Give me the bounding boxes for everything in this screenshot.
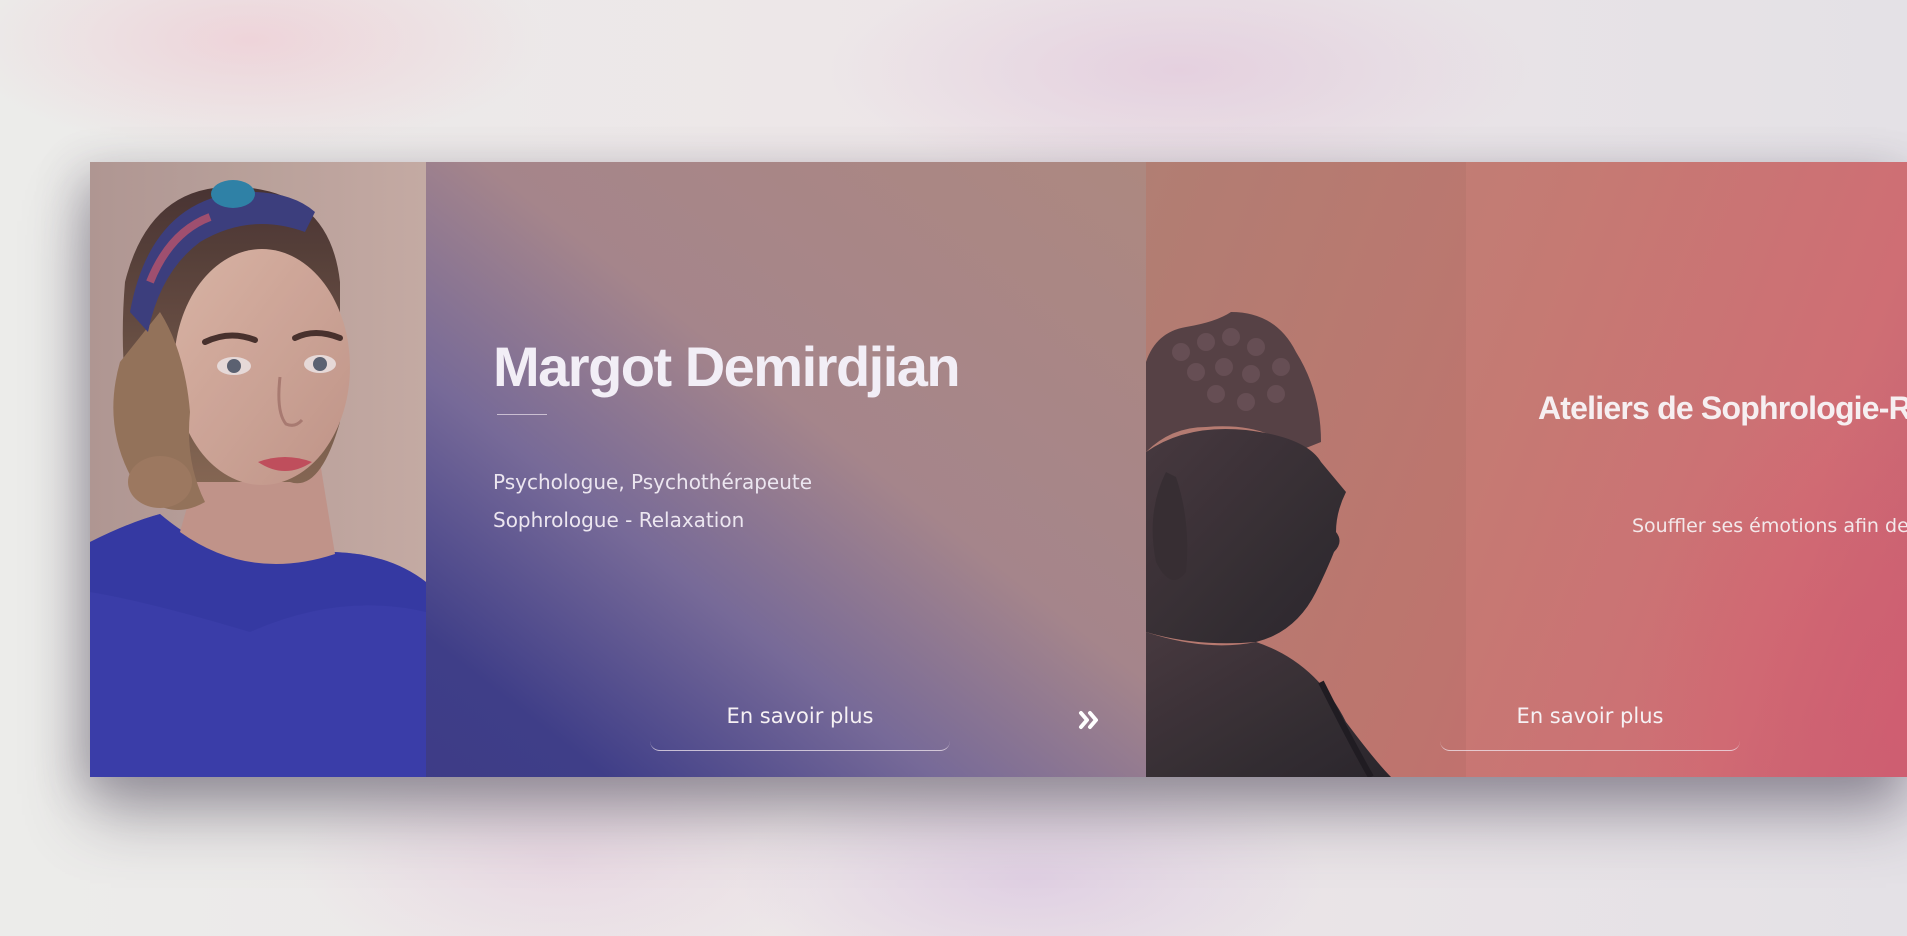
slide-subtitle-line: Psychologue, Psychothérapeute [493, 470, 813, 494]
portrait-illustration [90, 162, 426, 777]
slide-subtitle-line: Sophrologue - Relaxation [493, 508, 745, 532]
portrait-photo [90, 162, 426, 777]
title-divider [497, 414, 547, 415]
slide-ateliers-sophrologie: Ateliers de Sophrologie-R Souffler ses é… [1146, 162, 1907, 777]
hero-slider: Margot Demirdjian Psychologue, Psychothé… [90, 162, 1907, 777]
double-chevron-right-icon [1079, 711, 1098, 729]
buddha-statue-photo [1146, 162, 1466, 777]
learn-more-button[interactable]: En savoir plus [1440, 694, 1740, 751]
slide-margot-demirdjian: Margot Demirdjian Psychologue, Psychothé… [90, 162, 1146, 777]
next-slide-button[interactable] [1076, 706, 1104, 734]
learn-more-button[interactable]: En savoir plus [650, 694, 950, 751]
slide-title: Ateliers de Sophrologie-R [1538, 390, 1907, 426]
slide-description: Souffler ses émotions afin de l [1632, 515, 1907, 537]
slide-title: Margot Demirdjian [493, 335, 961, 398]
